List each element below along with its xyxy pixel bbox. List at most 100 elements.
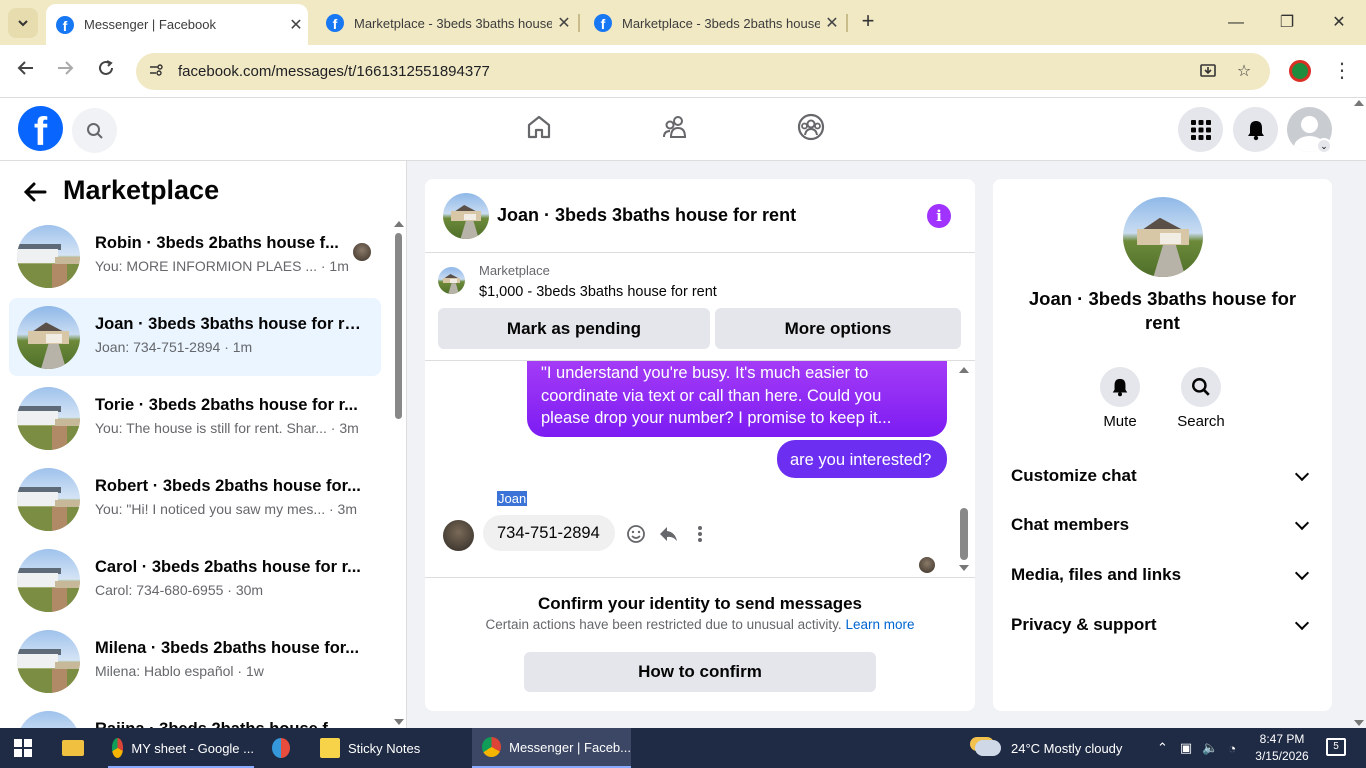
install-icon[interactable] [1198,62,1218,82]
mark-as-pending-button[interactable]: Mark as pending [438,308,710,349]
tab-separator [846,14,848,32]
facebook-search-button[interactable] [72,108,117,153]
learn-more-link[interactable]: Learn more [845,617,914,632]
scroll-down-arrow[interactable] [959,565,969,571]
minimize-button[interactable]: — [1221,8,1251,38]
close-icon[interactable]: ✕ [552,13,576,33]
listing-thumbnail [17,387,80,450]
chevron-down-icon [1294,565,1310,580]
close-icon[interactable]: ✕ [284,15,308,35]
tab-marketplace-3beds-2baths[interactable]: f Marketplace - 3beds 2baths house ✕ [584,5,844,41]
taskbar-google-sheets[interactable]: MY sheet - Google ... [104,728,254,768]
nav-friends[interactable] [660,112,690,142]
reply-icon[interactable] [657,523,679,545]
section-label: Privacy & support [1011,615,1157,634]
forward-button[interactable] [51,57,79,85]
menu-button[interactable] [1178,107,1223,152]
start-button[interactable] [14,739,32,757]
info-icon[interactable]: i [927,204,951,228]
taskbar-sticky-notes[interactable]: Sticky Notes [312,728,462,768]
chat-members-section[interactable]: Chat members [1011,510,1315,540]
section-label: Media, files and links [1011,565,1182,584]
more-options-button[interactable]: More options [715,308,961,349]
sender-avatar[interactable] [443,520,474,551]
chat-title[interactable]: Joan · 3beds 3baths house for rent [497,205,796,226]
outgoing-message[interactable]: "I understand you're busy. It's much eas… [527,361,947,437]
taskbar-messenger[interactable]: Messenger | Faceb... [472,728,631,768]
clock[interactable]: 8:47 PM 3/15/2026 [1247,731,1317,765]
chevron-up-icon[interactable]: ⌃ [1157,740,1168,756]
system-tray[interactable]: ⌃ ▣ 🔈 ◔ [1157,728,1236,768]
listing-price-title[interactable]: $1,000 - 3beds 3baths house for rent [479,284,717,300]
conversation-preview: You: "Hi! I noticed you saw my mes... · … [95,501,357,517]
scroll-down-arrow[interactable] [394,719,404,725]
conversation-item[interactable]: Torie · 3beds 2baths house for r... You:… [9,379,381,457]
tab-messenger[interactable]: f Messenger | Facebook ✕ [46,4,308,45]
facebook-favicon: f [56,15,74,34]
scroll-up-arrow[interactable] [394,221,404,227]
scroll-up-arrow[interactable] [959,367,969,373]
browser-profile-avatar[interactable] [1289,60,1311,82]
how-to-confirm-button[interactable]: How to confirm [524,652,876,692]
scroll-down-arrow[interactable] [1354,720,1364,726]
nav-home[interactable] [524,112,554,142]
search-in-chat-button[interactable]: Search [1171,367,1231,430]
chevron-down-icon[interactable]: ⌄ [1316,138,1332,154]
chat-avatar[interactable] [443,193,489,239]
message-scrollbar[interactable] [957,367,971,573]
restore-button[interactable]: ❐ [1272,8,1302,38]
conversation-item[interactable]: Milena · 3beds 2baths house for... Milen… [9,622,381,700]
taskbar-app[interactable] [272,728,300,768]
nav-groups[interactable] [796,112,826,142]
conversation-item-selected[interactable]: Joan · 3beds 3baths house for re... Joan… [9,298,381,376]
notifications-button[interactable] [1233,107,1278,152]
mute-button[interactable]: Mute [1090,367,1150,430]
conversation-item[interactable]: Robin · 3beds 2baths house f... You: MOR… [9,217,381,295]
page-scrollbar[interactable] [1352,100,1366,728]
device-icon[interactable]: ▣ [1180,740,1192,756]
listing-thumbnail[interactable] [438,267,465,294]
weather-widget[interactable]: 24°C Mostly cloudy [975,728,1122,768]
scrollbar-thumb[interactable] [960,508,968,560]
conversation-item[interactable]: Carol · 3beds 2baths house for r... Caro… [9,541,381,619]
taskbar-label: Sticky Notes [348,740,421,756]
chevron-down-icon [1294,515,1310,530]
listing-thumbnail [17,711,80,728]
menu-icon: ⋮ [1332,60,1352,82]
conversation-item[interactable]: Robert · 3beds 2baths house for... You: … [9,460,381,538]
new-tab-button[interactable]: + [856,10,880,34]
file-explorer-button[interactable] [62,728,90,768]
conversation-preview: You: MORE INFORMION PLAES ... · 1m [95,258,349,274]
back-button[interactable] [12,57,40,85]
media-files-links-section[interactable]: Media, files and links [1011,560,1315,590]
chrome-icon [482,737,502,757]
back-icon[interactable] [22,179,48,205]
close-window-button[interactable]: ✕ [1324,8,1354,38]
wifi-icon[interactable]: ◔ [1228,741,1236,756]
chat-avatar-large[interactable] [1123,197,1203,277]
site-info-icon[interactable] [146,62,166,82]
conversation-list-scrollbar[interactable] [391,221,405,725]
address-bar[interactable]: facebook.com/messages/t/1661312551894377… [136,53,1270,90]
customize-chat-section[interactable]: Customize chat [1011,461,1315,491]
scroll-up-arrow[interactable] [1354,100,1364,106]
forward-icon [58,61,74,75]
back-icon [17,61,33,75]
facebook-logo[interactable]: f [18,106,63,151]
close-icon[interactable]: ✕ [820,13,844,33]
notification-center-button[interactable]: 5 [1326,738,1346,756]
scrollbar-thumb[interactable] [395,233,402,419]
reload-button[interactable] [92,57,120,85]
volume-icon[interactable]: 🔈 [1202,740,1218,756]
tab-search-button[interactable] [8,8,38,38]
browser-menu-button[interactable]: ⋮ [1328,57,1356,85]
tab-marketplace-3beds-3baths[interactable]: f Marketplace - 3beds 3baths house ✕ [316,5,576,41]
emoji-icon[interactable] [625,523,647,545]
confirm-title: Confirm your identity to send messages [537,594,862,613]
star-icon[interactable]: ☆ [1234,62,1254,82]
incoming-message[interactable]: 734-751-2894 [483,515,615,551]
privacy-support-section[interactable]: Privacy & support [1011,610,1315,640]
conversation-item[interactable]: Rajina · 3beds 2baths house f... [9,703,381,728]
more-icon[interactable] [689,523,711,545]
outgoing-message[interactable]: are you interested? [777,440,947,478]
